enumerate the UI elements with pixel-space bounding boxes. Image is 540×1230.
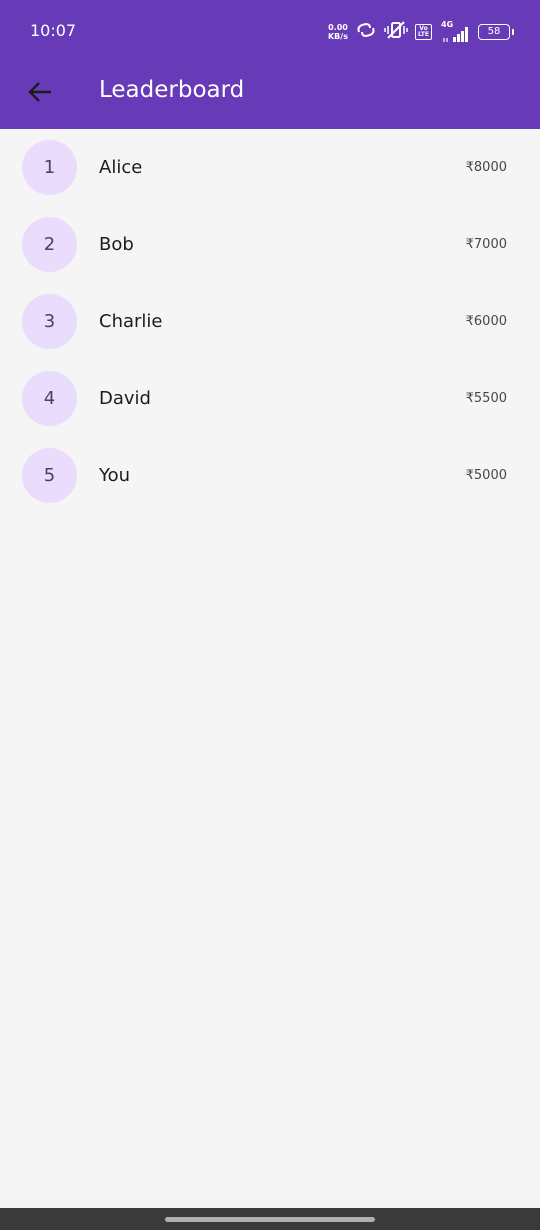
status-icons: 0.00 KB/s Vo LTE 4G 58 [328, 18, 514, 46]
battery-icon: 58 [478, 24, 514, 40]
link-icon [355, 21, 377, 43]
rank-badge: 1 [22, 140, 77, 195]
rank-badge: 4 [22, 371, 77, 426]
back-button[interactable] [18, 72, 62, 116]
player-name: Bob [99, 234, 134, 255]
player-name: David [99, 388, 151, 409]
navigation-bar [0, 1208, 540, 1230]
player-name: Alice [99, 157, 143, 178]
volte-icon: Vo LTE [414, 24, 432, 40]
rank-badge: 5 [22, 448, 77, 503]
player-amount: ₹5500 [465, 391, 507, 406]
player-amount: ₹5000 [465, 468, 507, 483]
page-title: Leaderboard [99, 77, 245, 103]
player-amount: ₹8000 [465, 160, 507, 175]
volte-bottom-label: LTE [417, 31, 429, 38]
status-bar: 10:07 0.00 KB/s Vo LTE 4G 58 [0, 0, 540, 60]
arrow-back-icon [27, 81, 53, 107]
network-speed-unit: KB/s [327, 32, 348, 41]
network-speed-value: 0.00 [328, 23, 348, 32]
rank-badge: 3 [22, 294, 77, 349]
network-speed: 0.00 KB/s [328, 23, 348, 41]
leaderboard-screen: 10:07 0.00 KB/s Vo LTE 4G 58 Leaderboard… [0, 0, 540, 1230]
player-amount: ₹6000 [465, 314, 507, 329]
player-amount: ₹7000 [465, 237, 507, 252]
leaderboard-row[interactable]: 2 Bob ₹7000 [0, 206, 540, 283]
leaderboard-row[interactable]: 3 Charlie ₹6000 [0, 283, 540, 360]
leaderboard-row[interactable]: 4 David ₹5500 [0, 360, 540, 437]
battery-level: 58 [487, 26, 501, 37]
player-name: Charlie [99, 311, 163, 332]
vibrate-mute-icon [384, 20, 408, 44]
leaderboard-list: 1 Alice ₹8000 2 Bob ₹7000 3 Charlie ₹600… [0, 129, 540, 514]
leaderboard-row[interactable]: 5 You ₹5000 [0, 437, 540, 514]
rank-badge: 2 [22, 217, 77, 272]
status-time: 10:07 [30, 21, 77, 40]
player-name: You [99, 465, 131, 486]
signal-icon: 4G [439, 20, 471, 42]
home-gesture-handle[interactable] [165, 1217, 375, 1222]
app-bar: Leaderboard [0, 60, 540, 129]
leaderboard-row[interactable]: 1 Alice ₹8000 [0, 129, 540, 206]
